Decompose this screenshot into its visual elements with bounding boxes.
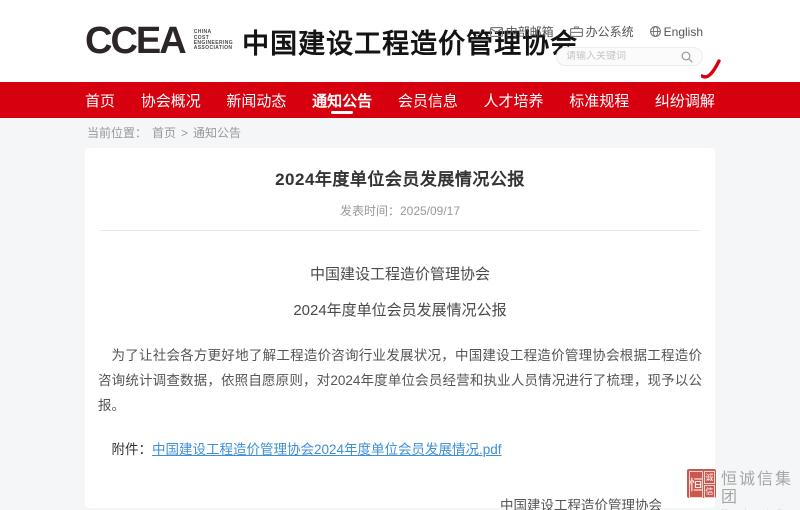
signature-org: 中国建设工程造价管理协会 xyxy=(500,494,662,510)
site-header: CCEA CHINA COST ENGINEERING ASSOCIATION … xyxy=(0,0,800,82)
search-input[interactable] xyxy=(566,51,671,62)
breadcrumb: 当前位置： 首页 > 通知公告 xyxy=(85,118,715,148)
breadcrumb-notices-link[interactable]: 通知公告 xyxy=(193,124,241,141)
main-nav: 首页 协会概况 新闻动态 通知公告 会员信息 人才培养 标准规程 纠纷调解 xyxy=(0,82,800,118)
nav-item-disputes[interactable]: 纠纷调解 xyxy=(655,82,715,118)
search-button[interactable] xyxy=(681,51,693,63)
article-title: 2024年度单位会员发展情况公报 xyxy=(85,148,715,190)
attachment-pdf-link[interactable]: 中国建设工程造价管理协会2024年度单位会员发展情况.pdf xyxy=(152,442,502,457)
breadcrumb-separator: > xyxy=(181,126,188,140)
publish-date: 发表时间：2025/09/17 xyxy=(85,202,715,219)
english-link[interactable]: English xyxy=(650,25,703,39)
publish-date-value: 2025/09/17 xyxy=(400,204,460,218)
nav-item-about[interactable]: 协会概况 xyxy=(141,82,201,118)
logo-swoosh-icon xyxy=(701,59,721,81)
article-card: 2024年度单位会员发展情况公报 发表时间：2025/09/17 中国建设工程造… xyxy=(85,148,715,508)
globe-icon xyxy=(650,26,661,37)
watermark-name-cn: 恒诚信集团 xyxy=(721,471,800,506)
breadcrumb-prefix: 当前位置： xyxy=(87,124,147,141)
attachment-label: 附件： xyxy=(112,442,153,457)
internal-mail-link[interactable]: 内部邮箱 xyxy=(490,23,554,40)
internal-mail-label: 内部邮箱 xyxy=(506,23,554,40)
title-divider xyxy=(100,230,700,231)
search-bar xyxy=(556,47,703,66)
office-system-label: 办公系统 xyxy=(586,23,634,40)
english-label: English xyxy=(664,25,703,39)
briefcase-icon xyxy=(570,26,583,37)
article-body-org: 中国建设工程造价管理协会 xyxy=(85,263,715,284)
nav-item-home[interactable]: 首页 xyxy=(85,82,115,118)
nav-item-members[interactable]: 会员信息 xyxy=(398,82,458,118)
logo-subtext: CHINA COST ENGINEERING ASSOCIATION xyxy=(194,30,233,52)
nav-item-training[interactable]: 人才培养 xyxy=(484,82,544,118)
logo-acronym: CCEA xyxy=(85,22,189,60)
hengchengxin-watermark: 恒 诚 信 恒诚信集团 Hengchengxin Group xyxy=(687,469,800,510)
nav-item-news[interactable]: 新闻动态 xyxy=(226,82,286,118)
search-icon xyxy=(681,51,693,63)
watermark-text: 恒诚信集团 Hengchengxin Group xyxy=(721,469,800,510)
mail-icon xyxy=(490,27,503,37)
article-body-title: 2024年度单位会员发展情况公报 xyxy=(85,299,715,320)
quick-links: 内部邮箱 办公系统 English xyxy=(490,23,703,40)
breadcrumb-home-link[interactable]: 首页 xyxy=(152,124,176,141)
publish-date-label: 发表时间： xyxy=(340,204,400,218)
attachment-row: 附件：中国建设工程造价管理协会2024年度单位会员发展情况.pdf xyxy=(98,438,702,458)
article-paragraph: 为了让社会各方更好地了解工程造价咨询行业发展状况，中国建设工程造价管理协会根据工… xyxy=(98,343,702,418)
nav-item-standards[interactable]: 标准规程 xyxy=(569,82,629,118)
nav-item-notices[interactable]: 通知公告 xyxy=(312,82,372,118)
hengchengxin-seal-icon: 恒 诚 信 xyxy=(687,469,716,498)
article-signature: 中国建设工程造价管理协会 2025年9月17日 xyxy=(500,494,662,510)
office-system-link[interactable]: 办公系统 xyxy=(570,23,634,40)
